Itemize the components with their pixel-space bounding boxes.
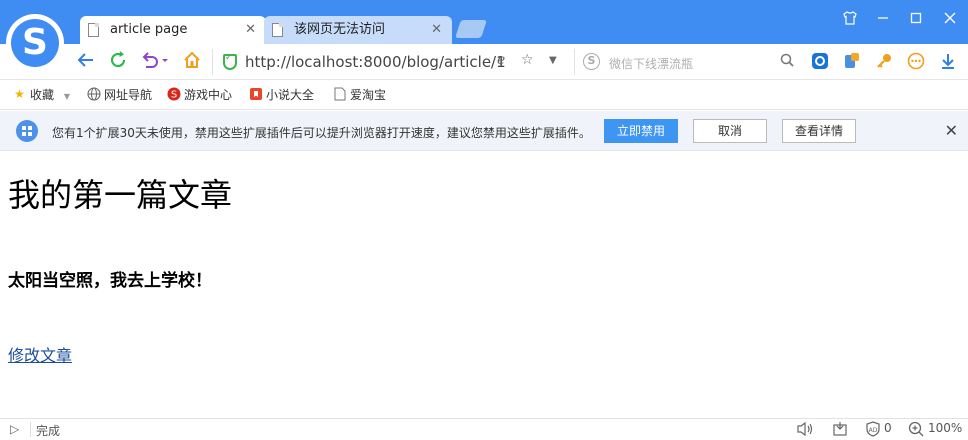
blocked-count: 0 [884, 421, 892, 435]
more-menu-icon[interactable] [906, 52, 926, 72]
search-engine-icon[interactable]: S [583, 53, 600, 70]
home-icon[interactable] [180, 50, 204, 74]
skin-icon[interactable] [840, 10, 860, 30]
ad-block-icon[interactable]: AD [866, 421, 880, 440]
secure-shield-icon[interactable] [223, 53, 237, 70]
bookmark-games[interactable]: S 游戏中心 [166, 87, 232, 103]
svg-text:S: S [170, 90, 176, 101]
bookmark-label: 收藏 [30, 88, 55, 102]
extension-icon [16, 120, 38, 142]
notice-message: 您有1个扩展30天未使用，禁用这些扩展插件后可以提升浏览器打开速度，建议您禁用这… [52, 126, 591, 140]
chevron-down-icon[interactable]: ▼ [549, 55, 557, 66]
close-icon[interactable] [940, 10, 960, 30]
bookmark-novels[interactable]: 小说大全 [248, 87, 314, 103]
page-icon [332, 87, 347, 102]
back-arrow-icon[interactable] [74, 50, 98, 74]
extension-notice-bar: 您有1个扩展30天未使用，禁用这些扩展插件后可以提升浏览器打开速度，建议您禁用这… [0, 111, 968, 151]
screenshot-icon[interactable] [832, 421, 848, 440]
address-bar[interactable]: http://localhost:8000/blog/article/1 ℯ ☆… [212, 49, 572, 75]
undo-close-tab-icon[interactable] [138, 50, 172, 74]
status-text: 完成 [36, 424, 61, 438]
chevron-down-icon: ▼ [63, 92, 70, 101]
maximize-icon[interactable] [906, 10, 926, 30]
search-icon[interactable] [780, 53, 794, 71]
bookmark-nav[interactable]: 网址导航 [86, 87, 152, 103]
search-placeholder[interactable]: 微信下线漂流瓶 [609, 55, 693, 72]
extension-manager-icon[interactable] [842, 52, 862, 72]
tab-close-icon[interactable]: ✕ [431, 16, 442, 44]
search-box[interactable]: S 微信下线漂流瓶 [574, 49, 800, 75]
bookmarks-bar: ★ 收藏 ▼ 网址导航 S 游戏中心 小说大全 爱淘宝 [0, 80, 968, 110]
cancel-button[interactable]: 取消 [693, 119, 767, 143]
bookmark-label: 网址导航 [104, 88, 153, 102]
download-icon[interactable] [938, 52, 958, 72]
page-icon [88, 23, 99, 37]
svg-text:AD: AD [869, 427, 878, 434]
tab-close-icon[interactable]: ✕ [245, 16, 256, 44]
globe-icon [86, 87, 101, 102]
minimize-icon[interactable] [873, 10, 893, 30]
tab-title: 该网页无法访问 [294, 22, 386, 37]
bookmark-label: 爱淘宝 [350, 88, 387, 102]
bookmark-label: 游戏中心 [184, 88, 233, 102]
zoom-level[interactable]: 100% [928, 421, 962, 435]
browser-logo-icon[interactable]: S [6, 14, 64, 72]
bookmark-favorites[interactable]: ★ 收藏 ▼ [12, 87, 70, 103]
view-details-button[interactable]: 查看详情 [782, 119, 856, 143]
status-bar: ▷ 完成 AD 0 100% [0, 418, 968, 440]
speaker-icon[interactable] [796, 421, 814, 440]
bookmark-label: 小说大全 [266, 88, 315, 102]
bookmark-star-icon[interactable]: ☆ [521, 52, 534, 68]
tab-title: article page [110, 22, 188, 37]
page-content: 我的第一篇文章 太阳当空照，我去上学校！ 修改文章 [0, 152, 968, 418]
close-icon[interactable]: ✕ [945, 121, 958, 140]
new-tab-button[interactable] [455, 20, 487, 38]
play-icon[interactable]: ▷ [10, 422, 19, 436]
url-text[interactable]: http://localhost:8000/blog/article/1 [245, 53, 506, 71]
edit-article-link[interactable]: 修改文章 [8, 342, 72, 366]
zoom-icon[interactable] [908, 421, 924, 440]
page-icon [272, 23, 283, 37]
article-title: 我的第一篇文章 [8, 176, 233, 214]
disable-now-button[interactable]: 立即禁用 [604, 119, 678, 143]
star-icon: ★ [14, 87, 25, 101]
bookmark-taobao[interactable]: 爱淘宝 [332, 87, 386, 103]
divider [30, 422, 31, 437]
navigation-toolbar: http://localhost:8000/blog/article/1 ℯ ☆… [0, 44, 968, 80]
key-icon[interactable] [874, 52, 894, 72]
tab-unreachable-page[interactable]: 该网页无法访问 ✕ [264, 16, 452, 44]
refresh-icon[interactable] [106, 50, 130, 74]
tab-article-page[interactable]: article page ✕ [80, 16, 266, 44]
game-icon: S [166, 87, 181, 102]
book-icon [248, 87, 263, 102]
title-bar: S article page ✕ 该网页无法访问 ✕ [0, 0, 968, 72]
security-guard-icon[interactable] [810, 52, 830, 72]
article-body: 太阳当空照，我去上学校！ [8, 271, 212, 291]
ie-mode-icon[interactable]: ℯ [497, 52, 505, 68]
